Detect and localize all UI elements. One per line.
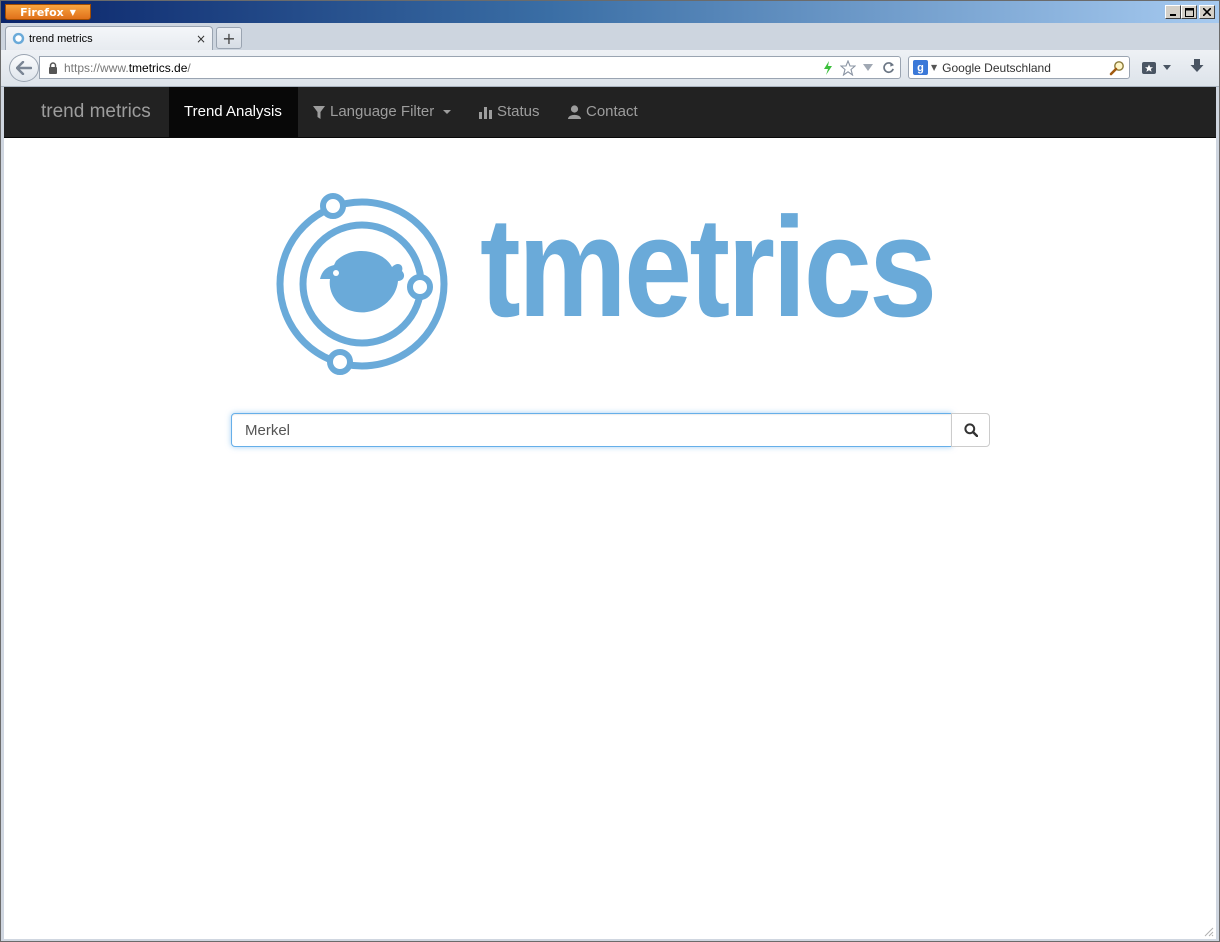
logo-wordmark: tmetrics — [480, 188, 937, 347]
toolbar-right-buttons — [1141, 58, 1205, 78]
chevron-down-icon — [1163, 65, 1171, 70]
back-arrow-icon — [16, 61, 32, 75]
close-icon — [1203, 8, 1211, 16]
url-prefix: https://www. — [64, 60, 129, 75]
site-navbar: trend metrics Trend Analysis Language Fi… — [4, 87, 1216, 138]
browser-toolbar: https://www.tmetrics.de/ g ▼ Google Deut… — [1, 50, 1219, 87]
site-favicon-icon — [12, 32, 25, 45]
trend-search-form — [231, 413, 991, 447]
nav-contact[interactable]: Contact — [553, 87, 653, 137]
page-viewport: trend metrics Trend Analysis Language Fi… — [4, 87, 1216, 939]
nav-trend-analysis[interactable]: Trend Analysis — [169, 87, 298, 137]
history-dropdown-icon[interactable] — [860, 60, 876, 76]
resize-grip-icon[interactable] — [1202, 925, 1214, 937]
window-controls — [1165, 5, 1215, 19]
orbit-bird-logo-icon — [276, 193, 448, 375]
firefox-menu-button[interactable]: Firefox ▼ — [5, 4, 91, 20]
close-window-button[interactable] — [1199, 5, 1215, 19]
magnifier-icon[interactable] — [1109, 60, 1125, 76]
nav-status-label: Status — [497, 103, 540, 120]
nav-language-filter-label: Language Filter — [330, 103, 435, 120]
title-bar: Firefox ▼ — [1, 1, 1219, 23]
filter-icon — [313, 105, 325, 119]
new-tab-button[interactable]: + — [216, 27, 242, 49]
url-suffix: / — [187, 60, 191, 75]
search-button[interactable] — [951, 413, 990, 447]
search-engine-icon[interactable]: g — [913, 60, 928, 75]
trend-search-input[interactable] — [231, 413, 952, 447]
tab-trend-metrics[interactable]: trend metrics × — [5, 26, 213, 50]
url-domain: tmetrics.de — [128, 60, 188, 75]
tab-strip: trend metrics × + — [1, 23, 1219, 50]
url-text[interactable]: https://www.tmetrics.de/ — [64, 61, 820, 75]
navbar-brand[interactable]: trend metrics — [41, 87, 151, 137]
web-search-bar[interactable]: g ▼ Google Deutschland — [908, 56, 1130, 79]
web-search-text[interactable]: Google Deutschland — [942, 61, 1109, 75]
chevron-down-icon[interactable]: ▼ — [931, 63, 937, 72]
minimize-button[interactable] — [1165, 5, 1181, 19]
search-icon — [963, 423, 978, 437]
tmetrics-logo: tmetrics — [274, 191, 954, 381]
nav-contact-label: Contact — [586, 103, 638, 120]
user-icon — [568, 105, 581, 119]
lock-icon — [49, 61, 57, 74]
nav-trend-analysis-label: Trend Analysis — [184, 103, 282, 120]
bookmarks-icon — [1142, 62, 1156, 74]
tab-close-icon[interactable]: × — [196, 32, 206, 46]
maximize-icon — [1184, 7, 1194, 17]
downloads-button[interactable] — [1189, 58, 1205, 78]
lightning-icon — [820, 60, 836, 76]
bookmarks-button[interactable] — [1141, 60, 1171, 76]
chevron-down-icon: ▼ — [69, 7, 76, 17]
reload-icon[interactable] — [880, 60, 896, 76]
nav-language-filter[interactable]: Language Filter — [298, 87, 466, 137]
browser-window: Firefox ▼ trend metrics × + https://www.… — [0, 0, 1220, 942]
bar-chart-icon — [479, 106, 492, 119]
minimize-icon — [1170, 14, 1176, 16]
dropdown-caret-icon — [443, 110, 452, 114]
tab-title: trend metrics — [29, 32, 93, 45]
maximize-button[interactable] — [1181, 5, 1197, 19]
firefox-menu-label: Firefox — [20, 5, 64, 19]
url-bar[interactable]: https://www.tmetrics.de/ — [39, 56, 901, 79]
star-icon[interactable] — [840, 59, 856, 76]
download-icon — [1190, 59, 1204, 72]
back-button[interactable] — [9, 54, 39, 82]
nav-status[interactable]: Status — [464, 87, 555, 137]
